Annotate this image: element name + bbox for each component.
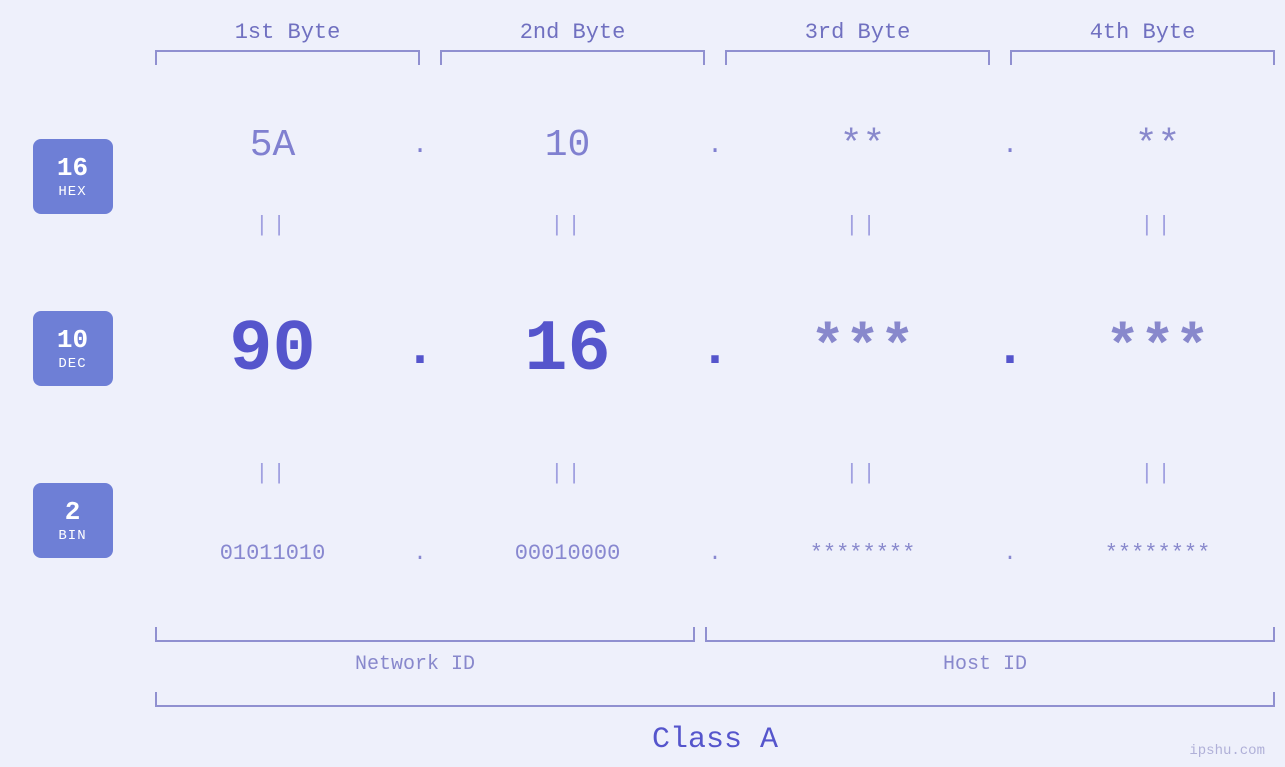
bin-number: 2 [65, 497, 81, 528]
eq1-b4: || [1030, 213, 1285, 238]
bracket-top-b2 [440, 50, 705, 65]
dec-dot-2: . [695, 320, 735, 379]
hex-badge: 16 HEX [33, 139, 113, 214]
equals-row-1: || || || || [145, 211, 1285, 241]
labels-column: 16 HEX 10 DEC 2 BIN [0, 70, 145, 627]
byte2-label: 2nd Byte [430, 20, 715, 45]
hex-dot-2: . [695, 130, 735, 160]
dec-dot-1: . [400, 320, 440, 379]
bin-dot-2: . [695, 541, 735, 566]
class-label-row: Class A ipshu.com [0, 712, 1285, 767]
hex-number: 16 [57, 153, 88, 184]
bin-label: BIN [58, 528, 86, 544]
hex-dot-3: . [990, 130, 1030, 160]
byte3-label: 3rd Byte [715, 20, 1000, 45]
hex-label: HEX [58, 184, 86, 200]
bin-b1: 01011010 [145, 541, 400, 566]
bin-dot-3: . [990, 541, 1030, 566]
byte4-label: 4th Byte [1000, 20, 1285, 45]
bracket-top-b3 [725, 50, 990, 65]
content-area: 16 HEX 10 DEC 2 BIN 5A . [0, 70, 1285, 627]
eq2-b4: || [1030, 461, 1285, 486]
class-a-label: Class A [145, 723, 1285, 757]
bin-dot-1: . [400, 541, 440, 566]
class-bracket [155, 692, 1275, 707]
eq1-b1: || [145, 213, 400, 238]
hex-dot-1: . [400, 130, 440, 160]
class-bracket-row [0, 692, 1285, 712]
dec-b2: 16 [440, 309, 695, 391]
byte-labels-row: 1st Byte 2nd Byte 3rd Byte 4th Byte [0, 20, 1285, 45]
dec-number: 10 [57, 325, 88, 356]
eq1-b2: || [440, 213, 695, 238]
dec-dot-3: . [990, 320, 1030, 379]
host-id-label: Host ID [685, 653, 1285, 688]
hex-b1: 5A [145, 124, 400, 167]
hex-b3: ** [735, 124, 990, 167]
network-id-bracket [155, 627, 695, 642]
bin-badge: 2 BIN [33, 483, 113, 558]
bin-b3: ******** [735, 541, 990, 566]
dec-b4: *** [1030, 317, 1285, 382]
id-labels-row: Network ID Host ID [0, 653, 1285, 688]
dec-row: 90 . 16 . *** . *** [145, 241, 1285, 459]
eq2-b1: || [145, 461, 400, 486]
data-grid: 5A . 10 . ** . ** [145, 70, 1285, 627]
dec-label: DEC [58, 356, 86, 372]
bin-b2: 00010000 [440, 541, 695, 566]
hex-b4: ** [1030, 124, 1285, 167]
hex-row: 5A . 10 . ** . ** [145, 80, 1285, 211]
dec-badge: 10 DEC [33, 311, 113, 386]
bin-row: 01011010 . 00010000 . ******** . [145, 488, 1285, 619]
network-id-label: Network ID [145, 653, 685, 688]
bottom-brackets-row [0, 627, 1285, 647]
eq2-b2: || [440, 461, 695, 486]
dec-b3: *** [735, 317, 990, 382]
eq2-b3: || [735, 461, 990, 486]
watermark: ipshu.com [1189, 743, 1265, 759]
equals-row-2: || || || || [145, 458, 1285, 488]
dec-b1: 90 [145, 309, 400, 391]
eq1-b3: || [735, 213, 990, 238]
host-id-bracket [705, 627, 1275, 642]
bracket-top-b1 [155, 50, 420, 65]
hex-b2: 10 [440, 124, 695, 167]
top-brackets [0, 50, 1285, 70]
byte1-label: 1st Byte [145, 20, 430, 45]
main-container: 1st Byte 2nd Byte 3rd Byte 4th Byte 16 H… [0, 0, 1285, 767]
bracket-top-b4 [1010, 50, 1275, 65]
bin-b4: ******** [1030, 541, 1285, 566]
